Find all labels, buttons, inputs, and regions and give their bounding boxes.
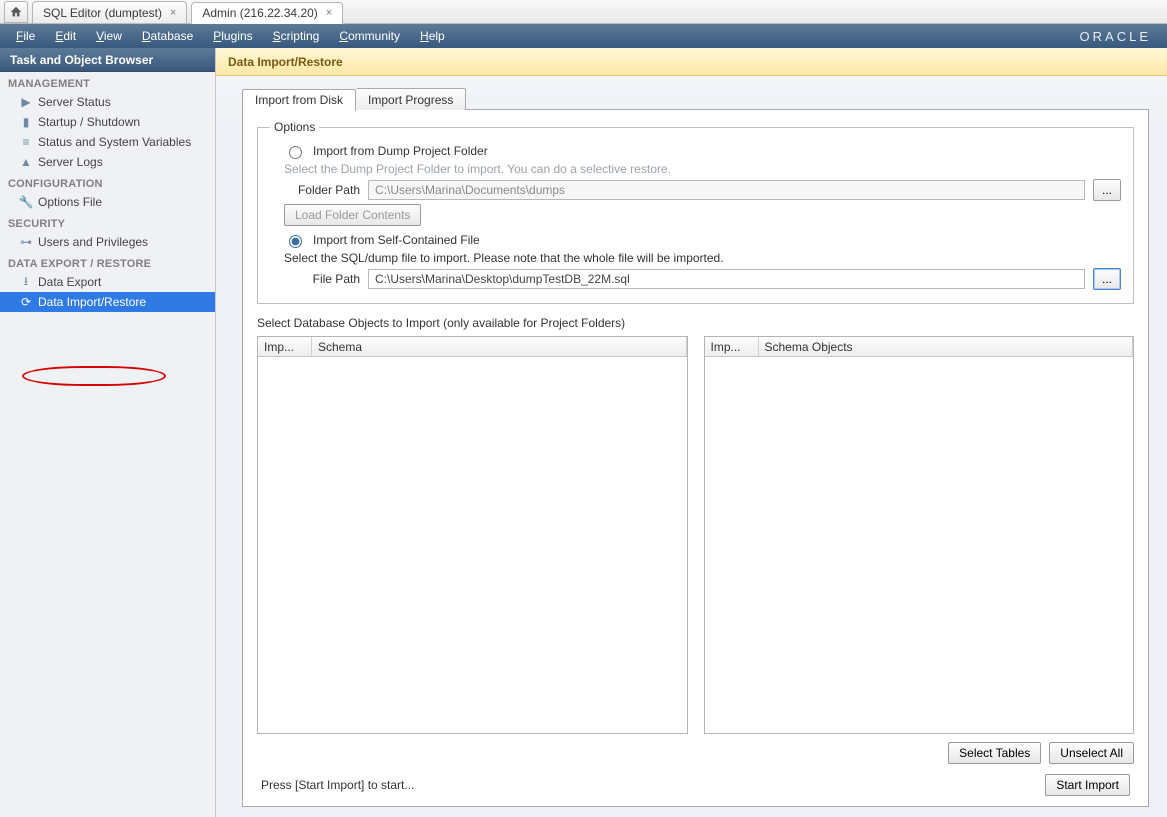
tab-label: Admin (216.22.34.20) <box>202 6 317 20</box>
folder-hint: Select the Dump Project Folder to import… <box>284 162 1121 176</box>
listview-body <box>705 357 1134 733</box>
col-import[interactable]: Imp... <box>258 337 312 356</box>
refresh-icon: ⟳ <box>18 295 34 309</box>
download-icon: ⭳ <box>18 272 34 293</box>
col-import[interactable]: Imp... <box>705 337 759 356</box>
sidebar-item-label: Startup / Shutdown <box>22 115 140 129</box>
col-schema[interactable]: Schema <box>312 337 687 356</box>
server-icon: ▮ <box>18 115 34 129</box>
unselect-all-button[interactable]: Unselect All <box>1049 742 1134 764</box>
menu-plugins[interactable]: Plugins <box>203 24 262 48</box>
radio-import-file[interactable] <box>289 235 302 248</box>
folder-path-input[interactable] <box>368 180 1085 200</box>
folder-path-label: Folder Path <box>284 183 360 197</box>
sidebar-title: Task and Object Browser <box>0 48 215 72</box>
sidebar-item-data-export[interactable]: ⭳ Data Export <box>0 272 215 292</box>
sidebar-item-startup-shutdown[interactable]: ▮ Startup / Shutdown <box>0 112 215 132</box>
menu-edit[interactable]: Edit <box>45 24 86 48</box>
menu-scripting[interactable]: Scripting <box>263 24 330 48</box>
list-icon: ≡ <box>18 135 34 149</box>
page-title: Data Import/Restore <box>216 48 1167 76</box>
home-button[interactable] <box>4 1 28 23</box>
menu-bar: File Edit View Database Plugins Scriptin… <box>0 24 1167 48</box>
section-data-export-restore: DATA EXPORT / RESTORE <box>0 252 215 272</box>
sidebar-item-label: Server Status <box>22 95 111 109</box>
tab-admin[interactable]: Admin (216.22.34.20) × <box>191 2 343 24</box>
sidebar-item-label: Options File <box>22 195 102 209</box>
wrench-icon: 🔧 <box>18 195 34 209</box>
sidebar-item-label: Server Logs <box>22 155 103 169</box>
menu-help[interactable]: Help <box>410 24 455 48</box>
tab-import-from-disk[interactable]: Import from Disk <box>242 89 356 111</box>
home-icon <box>9 5 23 19</box>
start-import-button[interactable]: Start Import <box>1045 774 1130 796</box>
select-tables-button[interactable]: Select Tables <box>948 742 1041 764</box>
tab-content: Options Import from Dump Project Folder … <box>242 109 1149 807</box>
sidebar-item-label: Data Import/Restore <box>22 295 146 309</box>
play-icon: ▶ <box>18 95 34 109</box>
alert-icon: ▲ <box>18 155 34 169</box>
menu-view[interactable]: View <box>86 24 132 48</box>
browse-file-button[interactable]: ... <box>1093 268 1121 290</box>
window-tabs-bar: SQL Editor (dumptest) × Admin (216.22.34… <box>0 0 1167 24</box>
col-schema-objects[interactable]: Schema Objects <box>759 337 1134 356</box>
tab-sql-editor[interactable]: SQL Editor (dumptest) × <box>32 1 187 23</box>
close-icon[interactable]: × <box>170 7 176 19</box>
main-panel: Data Import/Restore Import from Disk Imp… <box>216 48 1167 817</box>
options-legend: Options <box>270 120 319 134</box>
annotation-highlight <box>22 366 166 386</box>
sidebar-item-data-import-restore[interactable]: ⟳ Data Import/Restore <box>0 292 215 312</box>
file-hint: Select the SQL/dump file to import. Plea… <box>284 251 1121 265</box>
section-management: MANAGEMENT <box>0 72 215 92</box>
sidebar-item-label: Status and System Variables <box>22 135 191 149</box>
key-icon: ⊶ <box>18 235 34 249</box>
close-icon[interactable]: × <box>326 7 332 19</box>
sidebar-item-options-file[interactable]: 🔧 Options File <box>0 192 215 212</box>
file-path-input[interactable] <box>368 269 1085 289</box>
radio-label: Import from Dump Project Folder <box>313 144 488 158</box>
sidebar-item-label: Users and Privileges <box>22 235 148 249</box>
tab-import-progress[interactable]: Import Progress <box>356 88 466 110</box>
tab-label: SQL Editor (dumptest) <box>43 6 162 20</box>
sidebar-item-server-status[interactable]: ▶ Server Status <box>0 92 215 112</box>
sidebar: Task and Object Browser MANAGEMENT ▶ Ser… <box>0 48 216 817</box>
load-folder-contents-button[interactable]: Load Folder Contents <box>284 204 421 226</box>
sidebar-item-users-privileges[interactable]: ⊶ Users and Privileges <box>0 232 215 252</box>
schema-objects-listview[interactable]: Imp... Schema Objects <box>704 336 1135 734</box>
radio-import-folder[interactable] <box>289 146 302 159</box>
menu-database[interactable]: Database <box>132 24 203 48</box>
browse-folder-button[interactable]: ... <box>1093 179 1121 201</box>
sidebar-item-server-logs[interactable]: ▲ Server Logs <box>0 152 215 172</box>
section-security: SECURITY <box>0 212 215 232</box>
brand-logo: ORACLE <box>1080 29 1161 44</box>
select-db-objects-title: Select Database Objects to Import (only … <box>257 316 1134 330</box>
status-text: Press [Start Import] to start... <box>261 778 414 792</box>
sidebar-item-status-variables[interactable]: ≡ Status and System Variables <box>0 132 215 152</box>
schemas-listview[interactable]: Imp... Schema <box>257 336 688 734</box>
inner-tabs: Import from Disk Import Progress <box>242 86 1149 110</box>
listview-body <box>258 357 687 733</box>
menu-file[interactable]: File <box>6 24 45 48</box>
options-fieldset: Options Import from Dump Project Folder … <box>257 120 1134 304</box>
radio-label: Import from Self-Contained File <box>313 233 480 247</box>
file-path-label: File Path <box>284 272 360 286</box>
menu-community[interactable]: Community <box>329 24 410 48</box>
section-configuration: CONFIGURATION <box>0 172 215 192</box>
